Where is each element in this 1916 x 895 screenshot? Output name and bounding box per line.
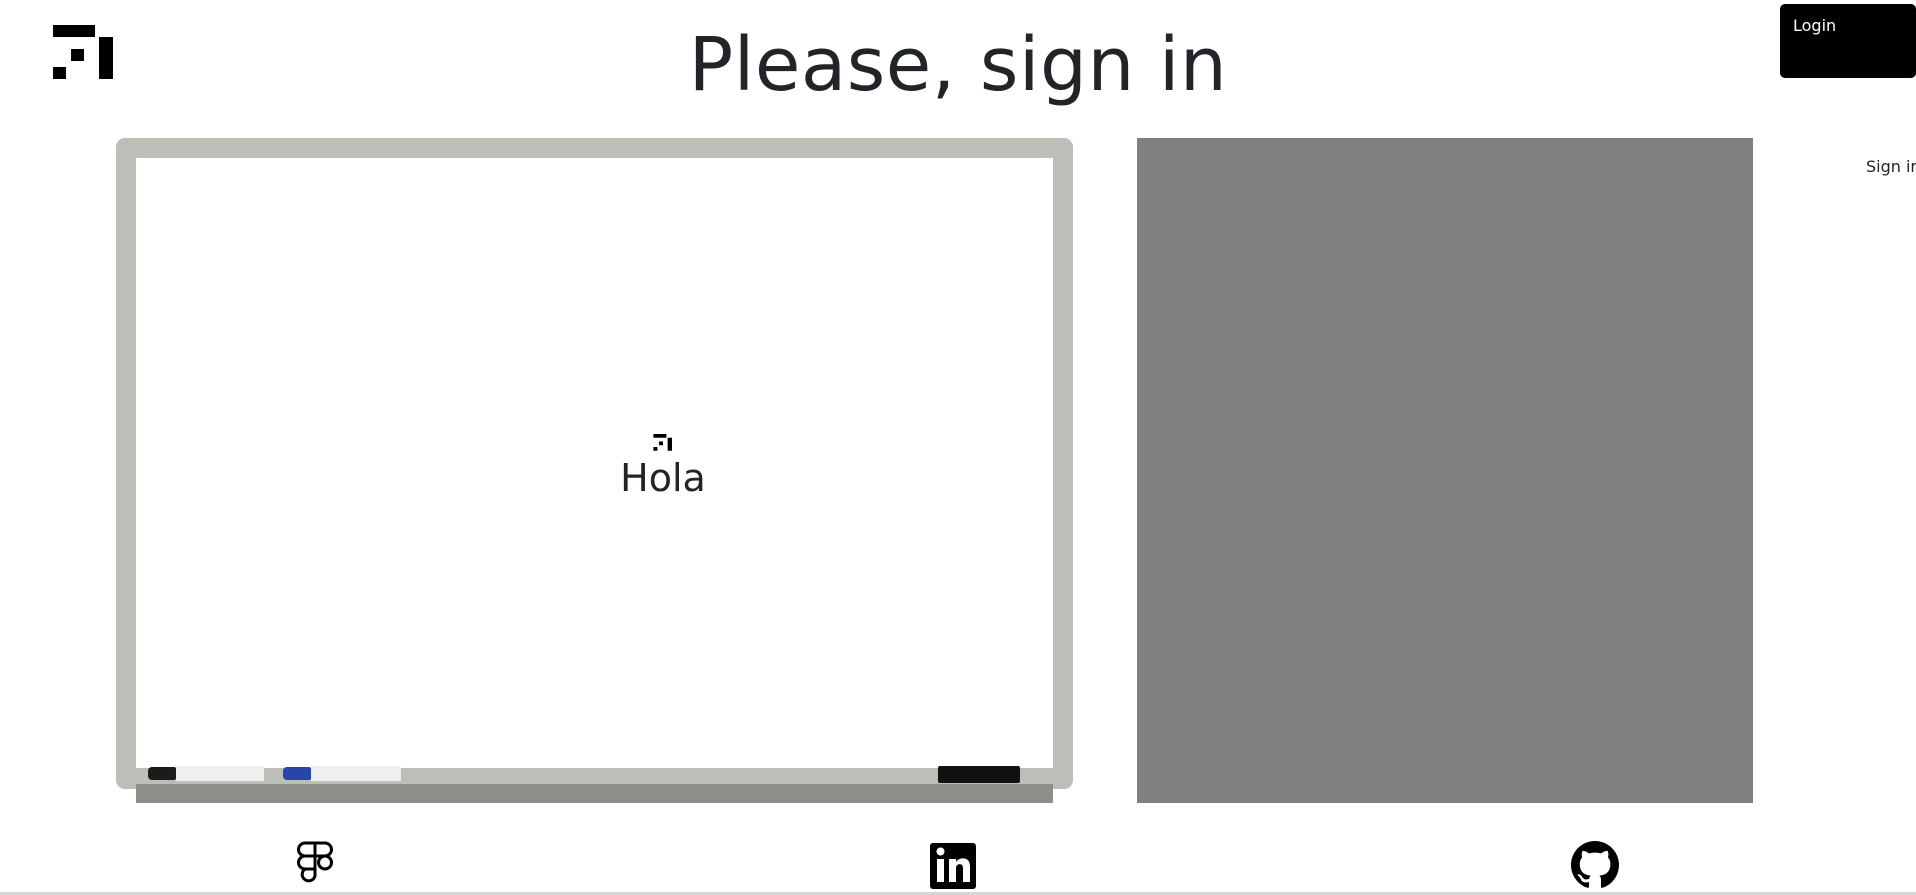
sign-in-link[interactable]: Sign in xyxy=(1866,157,1916,176)
github-icon[interactable] xyxy=(1571,840,1619,890)
login-button[interactable]: Login xyxy=(1780,4,1916,78)
eraser-icon xyxy=(938,766,1020,783)
brand-logo-icon xyxy=(653,434,673,452)
image-placeholder-panel xyxy=(1137,138,1753,803)
black-marker-icon xyxy=(148,766,264,781)
page-title: Please, sign in xyxy=(688,22,1228,108)
whiteboard-greeting: Hola xyxy=(620,456,706,500)
linkedin-icon[interactable] xyxy=(929,840,977,890)
whiteboard-tray-base xyxy=(136,784,1053,803)
whiteboard-content: Hola xyxy=(556,434,770,500)
sign-in-page: Please, sign in Login Sign in Hola xyxy=(0,0,1916,895)
whiteboard-tray xyxy=(136,768,1053,784)
blue-marker-icon xyxy=(283,766,401,781)
figma-icon[interactable] xyxy=(291,840,339,890)
